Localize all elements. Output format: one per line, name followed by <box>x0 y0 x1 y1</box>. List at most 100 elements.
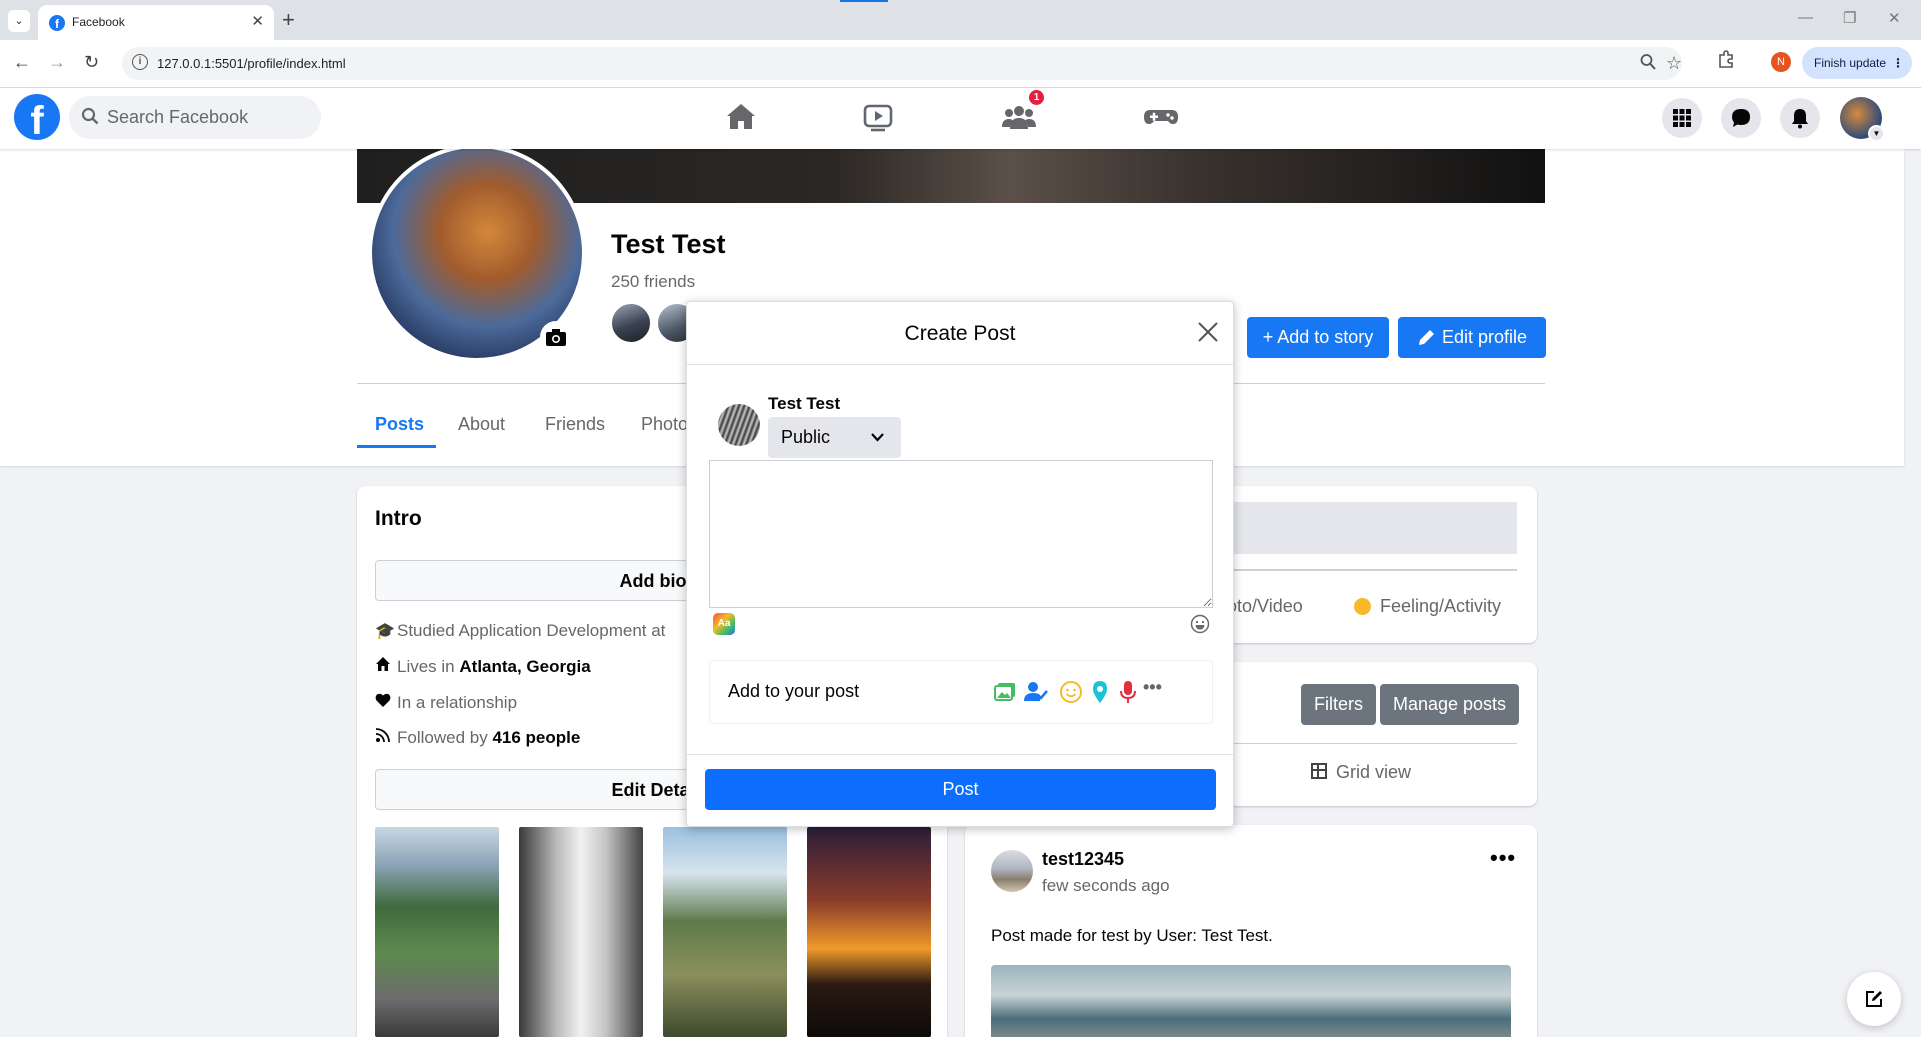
messenger-icon <box>1732 109 1750 127</box>
post-card: test12345 few seconds ago ••• Post made … <box>965 825 1537 1037</box>
finish-update-label: Finish update <box>1814 56 1887 70</box>
friend-avatar[interactable] <box>610 302 652 344</box>
heart-icon <box>375 692 397 713</box>
post-button[interactable]: Post <box>705 769 1216 810</box>
post-more-options-icon[interactable]: ••• <box>1490 845 1516 871</box>
restore-icon[interactable]: ❐ <box>1843 9 1856 27</box>
lives-in-place[interactable]: Atlanta, Georgia <box>459 657 590 676</box>
tab-posts[interactable]: Posts <box>375 414 424 435</box>
account-chevron-icon[interactable]: ▼ <box>1868 125 1885 142</box>
browser-profile-avatar[interactable]: N <box>1771 52 1791 72</box>
feeling-emoji-icon <box>1354 598 1371 615</box>
browser-menu-icon[interactable]: ⋮ <box>1892 47 1904 79</box>
edit-profile-button[interactable]: Edit profile <box>1398 317 1546 358</box>
camera-icon[interactable] <box>540 321 572 353</box>
more-options-icon[interactable]: ••• <box>1143 677 1169 703</box>
search-input[interactable] <box>107 96 307 139</box>
privacy-select[interactable]: Public <box>768 417 901 458</box>
followed-by-label: Followed by <box>397 728 493 747</box>
manage-posts-button[interactable]: Manage posts <box>1380 684 1519 725</box>
forward-arrow-icon[interactable]: → <box>48 52 66 73</box>
create-post-modal: Create Post Test Test Public Aa Add to y… <box>686 301 1234 827</box>
tag-people-icon[interactable] <box>1023 679 1049 705</box>
new-message-button[interactable] <box>1847 972 1901 1026</box>
finish-update-button[interactable]: Finish update ⋮ <box>1802 47 1912 79</box>
text-background-icon[interactable]: Aa <box>713 613 735 635</box>
facebook-logo[interactable]: f <box>14 94 60 140</box>
intro-title: Intro <box>375 507 422 530</box>
graduation-cap-icon: 🎓 <box>375 623 395 640</box>
site-info-icon[interactable]: i <box>132 54 148 70</box>
filters-button[interactable]: Filters <box>1301 684 1376 725</box>
compose-icon <box>1866 991 1882 1007</box>
relationship-text: In a relationship <box>397 693 518 712</box>
photo-video-icon[interactable] <box>992 679 1018 705</box>
bookmark-star-icon[interactable]: ☆ <box>1666 53 1682 74</box>
post-author-avatar[interactable] <box>991 850 1033 892</box>
back-arrow-icon[interactable]: ← <box>13 52 31 73</box>
modal-user-avatar <box>718 404 760 446</box>
url-text[interactable]: 127.0.0.1:5501/profile/index.html <box>157 56 346 71</box>
post-image[interactable] <box>991 965 1511 1037</box>
bell-icon <box>1792 109 1808 129</box>
tab-close-icon[interactable]: ✕ <box>251 12 264 30</box>
search-box[interactable] <box>69 96 321 139</box>
post-text-area[interactable] <box>709 460 1213 608</box>
photo-thumbnail[interactable] <box>807 827 931 1037</box>
notifications-button[interactable] <box>1780 98 1820 138</box>
microphone-icon[interactable] <box>1115 679 1141 705</box>
close-icon[interactable] <box>1196 320 1220 344</box>
rss-icon <box>375 727 397 748</box>
facebook-favicon-icon: f <box>49 15 65 31</box>
add-to-post-label: Add to your post <box>728 681 860 701</box>
photo-thumbnail[interactable] <box>663 827 787 1037</box>
photo-thumbnail[interactable] <box>375 827 499 1037</box>
messenger-button[interactable] <box>1721 98 1761 138</box>
reload-icon[interactable]: ↻ <box>84 52 99 73</box>
new-tab-button[interactable]: + <box>282 7 295 33</box>
tab-search-chevron-icon[interactable]: ⌄ <box>8 10 30 32</box>
menu-grid-button[interactable] <box>1662 98 1702 138</box>
feeling-activity-option[interactable]: Feeling/Activity <box>1380 596 1501 617</box>
menu-grid-icon <box>1673 109 1691 127</box>
pencil-icon <box>1419 330 1434 345</box>
tab-title: Facebook <box>72 15 125 29</box>
photo-thumbnail[interactable] <box>519 827 643 1037</box>
tab-photos[interactable]: Photo <box>641 414 688 435</box>
home-icon[interactable] <box>721 97 761 137</box>
post-author-name[interactable]: test12345 <box>1042 849 1124 870</box>
divider <box>687 754 1233 755</box>
friends-count[interactable]: 250 friends <box>611 272 695 292</box>
tab-friends[interactable]: Friends <box>545 414 605 435</box>
add-to-story-button[interactable]: + Add to story <box>1247 317 1389 358</box>
tab-about[interactable]: About <box>458 414 505 435</box>
zoom-icon[interactable] <box>1640 53 1656 76</box>
photo-video-option[interactable]: oto/Video <box>1227 596 1303 617</box>
browser-tabbar: ⌄ f Facebook ✕ + — ❐ ✕ <box>0 0 1921 40</box>
post-text: Post made for test by User: Test Test. <box>991 926 1273 945</box>
friends-notification-badge: 1 <box>1029 90 1044 105</box>
grid-view-button[interactable]: Grid view <box>1336 762 1411 783</box>
browser-toolbar: ← → ↻ i 127.0.0.1:5501/profile/index.htm… <box>0 40 1921 88</box>
tab-strip-indicator <box>840 0 888 2</box>
browser-tab-facebook[interactable]: f Facebook ✕ <box>38 5 274 40</box>
address-bar[interactable]: i 127.0.0.1:5501/profile/index.html ☆ <box>122 47 1682 80</box>
window-close-icon[interactable]: ✕ <box>1888 9 1901 27</box>
lives-in-label: Lives in <box>397 657 460 676</box>
extensions-icon[interactable] <box>1717 50 1735 73</box>
search-icon <box>81 107 99 125</box>
education-line: 🎓 Studied Application Development at <box>375 621 665 641</box>
watch-video-icon[interactable] <box>858 97 898 137</box>
relationship-line: In a relationship <box>375 692 517 713</box>
account-avatar[interactable]: ▼ <box>1840 97 1885 142</box>
post-timestamp[interactable]: few seconds ago <box>1042 876 1170 896</box>
feeling-smiley-icon[interactable] <box>1058 679 1084 705</box>
grid-view-icon <box>1311 763 1327 779</box>
followers-count[interactable]: 416 people <box>492 728 580 747</box>
emoji-icon[interactable] <box>1190 614 1210 634</box>
location-pin-icon[interactable] <box>1087 679 1113 705</box>
minimize-icon[interactable]: — <box>1798 9 1813 26</box>
gaming-controller-icon[interactable] <box>1141 97 1181 137</box>
modal-user-name: Test Test <box>768 394 841 413</box>
profile-name: Test Test <box>611 229 726 259</box>
